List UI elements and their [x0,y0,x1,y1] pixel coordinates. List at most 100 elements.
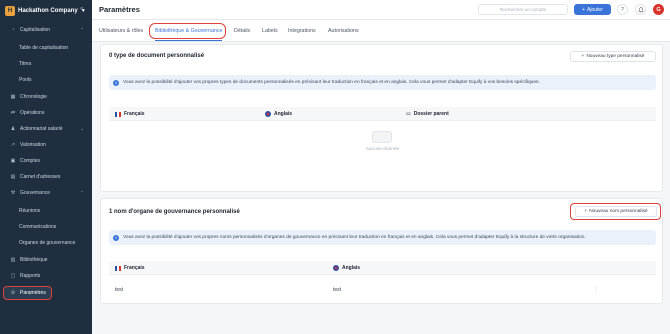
column-label: Anglais [342,265,361,271]
governance-names-info-text: Vous avez la possibilité d'ajouter vos p… [123,235,586,240]
cell-anglais: test [333,287,342,293]
empty-state: Aucune donnée [109,125,656,173]
governance-names-card: 1 nom d'organe de gouvernance personnali… [100,198,663,304]
column-anglais[interactable]: Anglais [265,107,292,121]
sidebar-item-label: Rapports [20,273,41,279]
sidebar-item-label: Gouvernance [20,190,51,196]
company-logo: H [5,6,15,16]
tab-utilisateurs-roles[interactable]: Utilisateurs & rôles [99,20,143,41]
new-governance-name-button[interactable]: + Nouveau nom personnalisé [575,206,657,217]
french-flag-icon [115,265,121,271]
table-row[interactable]: test test ⋮ [109,283,656,297]
avatar[interactable]: G [653,4,664,15]
document-types-title: 0 type de document personnalisé [109,53,205,59]
tab-integrations[interactable]: Integrations [288,20,316,41]
sidebar-item-parametres[interactable]: ⚙ Paramètres [3,286,52,300]
document-types-info: i Vous avez la possibilité d'ajouter vos… [109,75,656,90]
company-name: Hackathon Company [18,8,78,14]
sidebar-item-communications[interactable]: Communications [4,221,88,233]
sidebar-item-actionnariat-salarie[interactable]: ♟ Actionnariat salarié ⌄ [4,123,88,135]
gavel-icon: ⚒ [10,190,16,196]
notifications-button[interactable] [635,4,646,15]
sidebar-item-reunions[interactable]: Réunions [4,205,88,217]
info-icon: i [113,234,119,241]
tab-autorisations[interactable]: Autorisations [328,20,359,41]
sidebar-item-rapports[interactable]: ▢ Rapports [4,270,88,282]
sidebar-item-label: Bibliothèque [20,257,48,263]
chevron-up-icon: ⌃ [80,190,84,195]
governance-names-info: i Vous avez la possibilité d'ajouter vos… [109,230,656,245]
folder-icon: ▭ [406,111,411,117]
tab-labels[interactable]: Labels [262,20,278,41]
sidebar-item-capitalisation[interactable]: ◔ Capitalisation ⌃ [4,24,88,36]
sidebar-item-label: Valorisation [20,142,46,148]
bell-icon [637,6,644,12]
plus-icon: + [582,6,586,13]
empty-inbox-icon [372,131,392,143]
sidebar-item-gouvernance[interactable]: ⚒ Gouvernance ⌃ [4,187,88,199]
report-icon: ▢ [10,273,16,279]
sidebar-item-label: Capitalisation [20,27,51,33]
sidebar-item-label: Carnet d'adresses [20,174,61,180]
sidebar-item-bibliotheque[interactable]: ▥ Bibliothèque [4,254,88,266]
sidebar-item-table-de-capitalisation[interactable]: Table de capitalisation [4,42,88,54]
sidebar-item-operations[interactable]: ⇄ Opérations [4,107,88,119]
sidebar-item-label: Paramètres [20,290,46,296]
sidebar-item-pools[interactable]: Pools [4,74,88,86]
sidebar-item-chronologie[interactable]: ▦ Chronologie [4,91,88,103]
gear-icon: ⚙ [10,290,16,296]
column-label: Anglais [274,111,293,117]
users-icon: ♟ [10,126,16,132]
french-flag-icon [115,111,121,117]
sidebar-item-label: Chronologie [20,94,47,100]
info-icon: i [113,79,119,86]
new-document-type-button[interactable]: + Nouveau type personnalisé [570,51,656,62]
sidebar-item-titres[interactable]: Titres [4,58,88,70]
sidebar-item-label: Comptes [20,158,41,164]
sidebar-item-carnet-d-adresses[interactable]: ▤ Carnet d'adresses [4,171,88,183]
swap-icon: ⇄ [10,110,16,116]
add-button[interactable]: + Ajouter [574,4,611,15]
page-title: Paramètres [99,5,140,14]
calendar-icon: ▦ [10,94,16,100]
sidebar-item-label: Organes de gouvernance [19,240,76,246]
column-label: Français [124,265,145,271]
document-types-info-text: Vous avez la possibilité d'ajouter vos p… [123,80,540,85]
empty-state-text: Aucune donnée [365,147,400,152]
column-francais[interactable]: Français [115,261,145,275]
sidebar-item-label: Réunions [19,208,41,214]
column-label: Dossier parent [413,111,449,117]
plus-icon: + [584,209,588,214]
cell-francais: test [115,287,124,293]
column-dossier-parent[interactable]: ▭ Dossier parent [406,107,449,121]
bank-icon: ▣ [10,158,16,164]
sidebar-item-label: Table de capitalisation [19,45,69,51]
sidebar-item-comptes[interactable]: ▣ Comptes [4,155,88,167]
settings-tabs: Utilisateurs & rôles Bibliothèque & Gouv… [92,20,670,42]
help-button[interactable]: ? [617,4,628,15]
book-icon: ▥ [10,257,16,263]
sidebar-item-label: Actionnariat salarié [20,126,63,132]
sidebar-item-label: Titres [19,61,32,67]
column-anglais[interactable]: Anglais [333,261,360,275]
search-input[interactable]: Rechercher un compte [478,4,568,15]
english-flag-icon [265,111,271,117]
address-book-icon: ▤ [10,174,16,180]
sidebar: H Hackathon Company ▼ « ◔ Capitalisation… [0,0,92,334]
column-francais[interactable]: Français [115,107,145,121]
tab-details[interactable]: Détails [234,20,250,41]
column-label: Français [124,111,145,117]
collapse-sidebar-icon[interactable]: « [80,6,83,12]
sidebar-item-label: Communications [19,224,57,230]
new-governance-name-label: Nouveau nom personnalisé [589,209,648,214]
english-flag-icon [333,265,339,271]
row-actions-icon[interactable]: ⋮ [593,287,598,293]
sidebar-item-organes-de-gouvernance[interactable]: Organes de gouvernance [4,237,88,249]
tab-bibliotheque-gouvernance[interactable]: Bibliothèque & Gouvernance [155,20,223,41]
sidebar-item-valorisation[interactable]: ↗ Valorisation [4,139,88,151]
pie-chart-icon: ◔ [11,27,15,33]
company-switcher[interactable]: H Hackathon Company ▼ [5,4,87,18]
document-types-table-header: Français Anglais ▭ Dossier parent [109,107,656,121]
trend-icon: ↗ [10,142,16,148]
governance-names-table-header: Français Anglais [109,261,656,275]
